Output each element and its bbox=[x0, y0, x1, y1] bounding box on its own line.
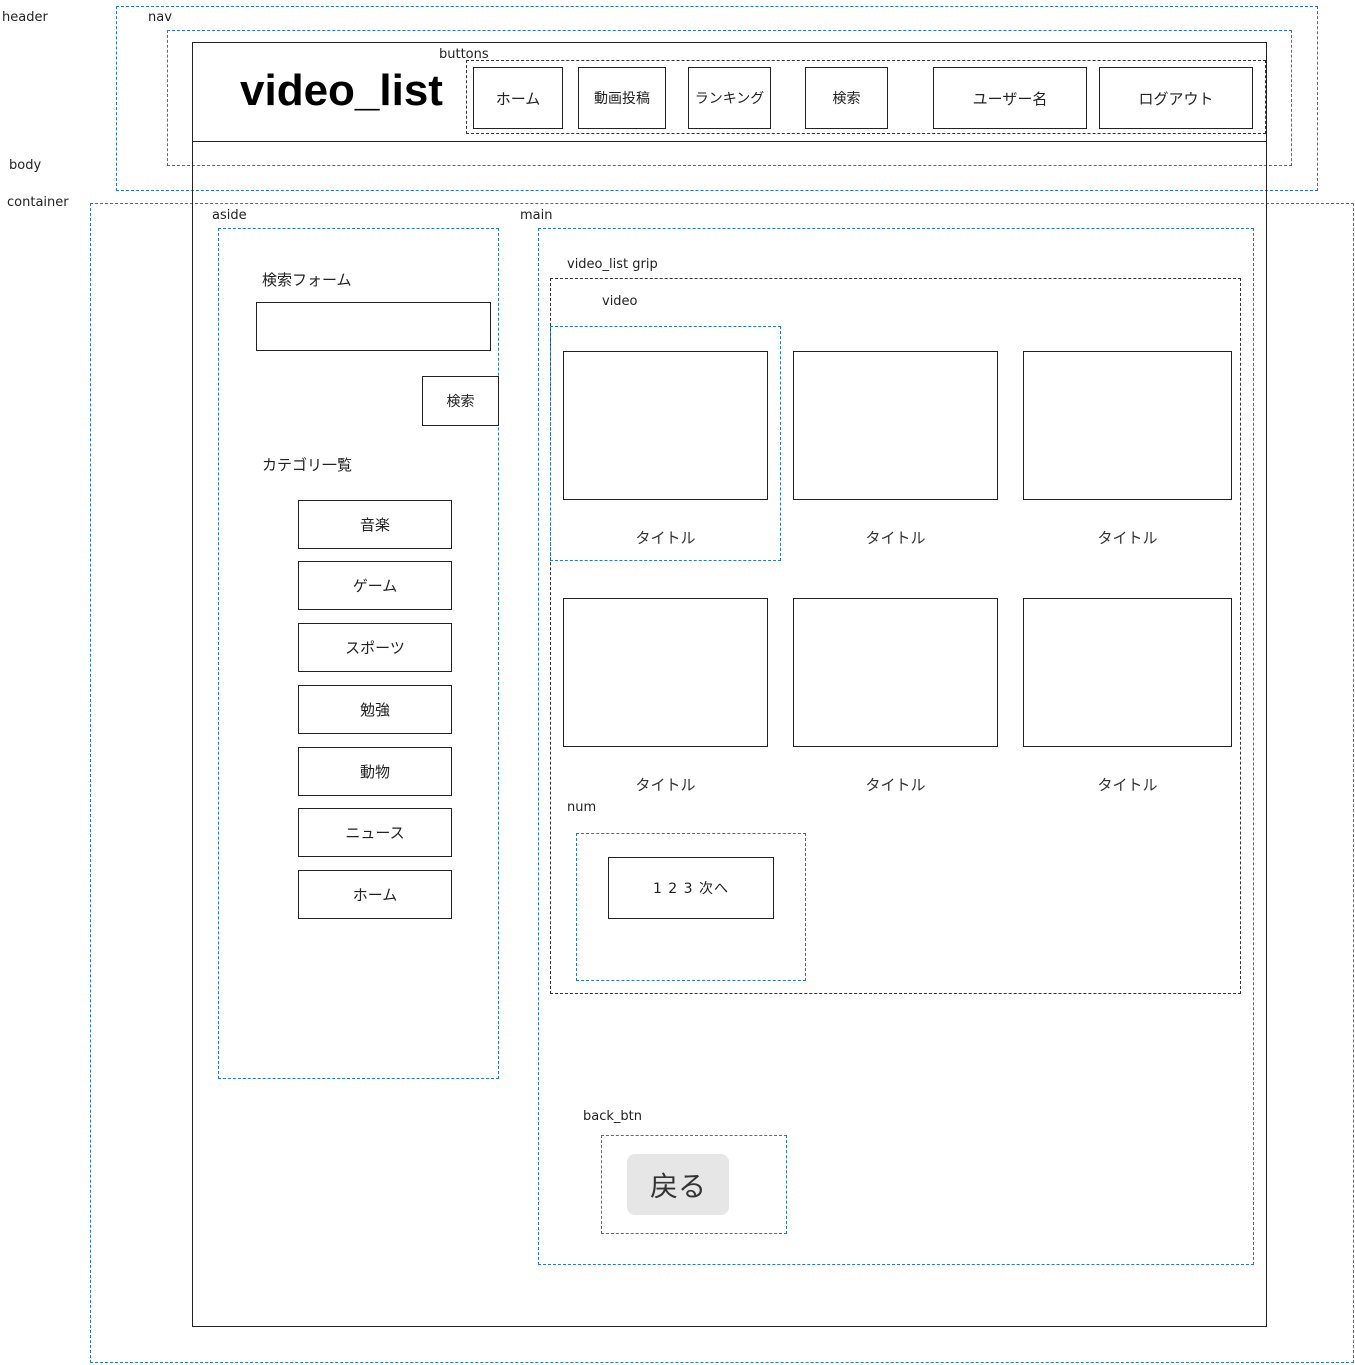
video-title[interactable]: タイトル bbox=[1023, 774, 1232, 795]
category-study-button[interactable]: 勉強 bbox=[298, 685, 452, 734]
site-logo[interactable]: video_list bbox=[240, 66, 443, 116]
pagination-control[interactable]: 1 2 3 次へ bbox=[608, 857, 774, 919]
back-button[interactable]: 戻る bbox=[627, 1154, 729, 1215]
video-title[interactable]: タイトル bbox=[563, 527, 768, 548]
category-game-button[interactable]: ゲーム bbox=[298, 561, 452, 610]
video-thumbnail[interactable] bbox=[1023, 351, 1232, 500]
video-title[interactable]: タイトル bbox=[1023, 527, 1232, 548]
container-region-label: container bbox=[7, 195, 69, 210]
video-thumbnail[interactable] bbox=[793, 598, 998, 747]
category-news-button[interactable]: ニュース bbox=[298, 808, 452, 857]
nav-username-button[interactable]: ユーザー名 bbox=[933, 67, 1087, 129]
search-form-label: 検索フォーム bbox=[262, 271, 352, 289]
category-list-label: カテゴリ一覧 bbox=[262, 456, 353, 474]
main-region-label: main bbox=[520, 208, 553, 223]
video-thumbnail[interactable] bbox=[563, 351, 768, 500]
nav-logout-button[interactable]: ログアウト bbox=[1099, 67, 1253, 129]
header-region-label: header bbox=[2, 10, 48, 25]
video-title[interactable]: タイトル bbox=[793, 774, 998, 795]
header-divider bbox=[192, 141, 1267, 142]
category-sports-button[interactable]: スポーツ bbox=[298, 623, 452, 672]
nav-home-button[interactable]: ホーム bbox=[473, 67, 563, 129]
video-thumbnail[interactable] bbox=[793, 351, 998, 500]
category-music-button[interactable]: 音楽 bbox=[298, 500, 452, 549]
video-thumbnail[interactable] bbox=[1023, 598, 1232, 747]
video-list-grip-label: video_list grip bbox=[567, 257, 658, 272]
category-home-button[interactable]: ホーム bbox=[298, 870, 452, 919]
category-animal-button[interactable]: 動物 bbox=[298, 747, 452, 796]
search-input[interactable] bbox=[256, 302, 491, 351]
video-region-label: video bbox=[602, 294, 638, 309]
nav-search-button[interactable]: 検索 bbox=[805, 67, 888, 129]
nav-ranking-button[interactable]: ランキング bbox=[688, 67, 771, 129]
video-thumbnail[interactable] bbox=[563, 598, 768, 747]
nav-upload-button[interactable]: 動画投稿 bbox=[578, 67, 666, 129]
aside-region-label: aside bbox=[212, 208, 247, 223]
video-title[interactable]: タイトル bbox=[793, 527, 998, 548]
search-submit-button[interactable]: 検索 bbox=[422, 376, 499, 426]
body-region-label: body bbox=[9, 158, 42, 173]
video-title[interactable]: タイトル bbox=[563, 774, 768, 795]
num-region-label: num bbox=[567, 800, 597, 815]
back-btn-region-label: back_btn bbox=[583, 1109, 642, 1124]
